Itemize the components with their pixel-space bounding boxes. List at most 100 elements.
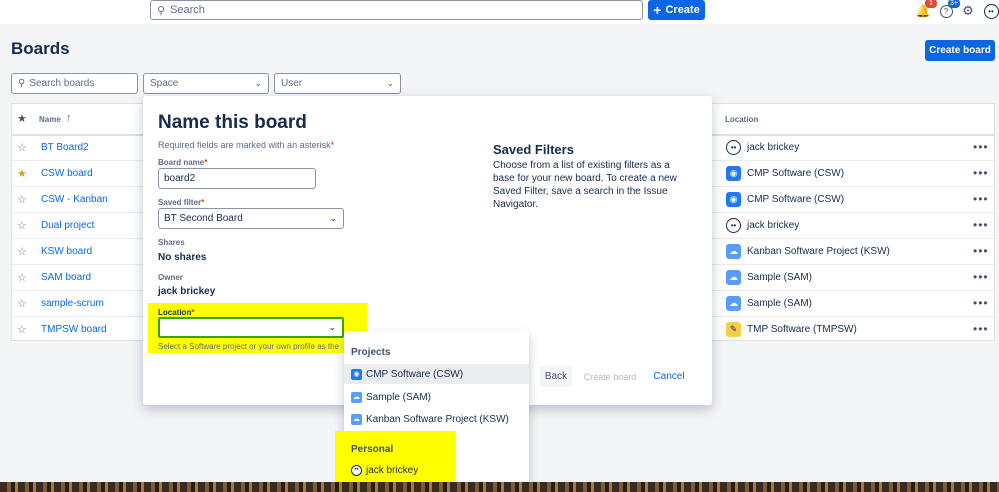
required-note: Required fields are marked with an aster… [158,140,335,150]
shares-label: Shares [158,238,185,247]
cloud-icon: ☁ [726,270,741,285]
create-button[interactable]: + Create [648,0,705,20]
space-filter-select[interactable]: Space ⌄ [143,73,269,94]
board-location: ◉ CMP Software (CSW) [726,166,844,181]
create-board-button[interactable]: Create board [925,40,995,61]
location-label: Location* [158,308,195,317]
cloud-icon: ☁ [351,391,362,403]
help-badge: 3+ [948,0,960,8]
board-link[interactable]: TMPSW board [41,324,107,335]
more-actions-icon[interactable]: ••• [973,218,989,232]
cancel-button[interactable]: Cancel [649,366,689,387]
owner-label: Owner [158,273,183,282]
search-boards-placeholder: Search boards [29,78,95,89]
project-icon: ◉ [726,192,741,207]
board-name-input[interactable]: board2 [158,168,316,189]
search-icon: ⚲ [18,78,26,89]
sort-arrow-icon[interactable]: ↑ [66,112,72,124]
star-icon[interactable]: ☆ [17,193,27,206]
more-actions-icon[interactable]: ••• [973,192,989,206]
avatar-icon: •• [351,464,362,476]
board-link[interactable]: KSW board [41,246,92,257]
location-label: CMP Software (CSW) [747,168,845,179]
cloud-icon: ☁ [726,244,741,259]
star-icon[interactable]: ☆ [17,323,27,336]
option-label: CMP Software (CSW) [366,368,464,380]
board-location: ◉ CMP Software (CSW) [726,192,844,207]
profile-button[interactable]: •• [983,3,999,19]
dropdown-option-csw[interactable]: ◉ CMP Software (CSW) [344,364,529,384]
location-select[interactable]: ⌄ [158,317,344,338]
star-column-icon[interactable]: ★ [17,112,27,125]
board-link[interactable]: Dual project [41,220,94,231]
search-icon: ⚲ [157,4,166,17]
more-actions-icon[interactable]: ••• [973,140,989,154]
projects-heading: Projects [351,347,391,358]
shares-value: No shares [158,252,207,263]
search-boards-input[interactable]: ⚲ Search boards [11,73,138,94]
option-label: Sample (SAM) [366,391,432,403]
gear-icon: ⚙ [962,3,974,18]
saved-filters-description: Choose from a list of existing filters a… [493,160,677,210]
saved-filter-value: BT Second Board [164,213,243,224]
option-label: jack brickey [366,464,419,476]
notifications-badge: 1 [925,0,937,8]
location-label: jack brickey [747,220,800,231]
saved-filter-label: Saved filter* [158,198,205,207]
create-board-submit-button[interactable]: Create board [579,366,641,387]
dialog-title: Name this board [158,112,307,133]
avatar-icon: •• [983,3,999,19]
more-actions-icon[interactable]: ••• [973,270,989,284]
board-link[interactable]: SAM board [41,272,91,283]
dropdown-option-sam[interactable]: ☁ Sample (SAM) [344,387,529,407]
dropdown-option-ksw[interactable]: ☁ Kanban Software Project (KSW) [344,409,529,429]
board-link[interactable]: CSW - Kanban [41,194,108,205]
back-button[interactable]: Back [540,366,572,387]
project-icon: ◉ [726,166,741,181]
star-icon[interactable]: ☆ [17,271,27,284]
avatar-icon: •• [726,218,741,233]
dropdown-option-personal[interactable]: •• jack brickey [344,460,454,480]
chevron-down-icon: ⌄ [329,213,337,223]
more-actions-icon[interactable]: ••• [973,166,989,180]
background-image-strip [0,482,999,492]
board-location: •• jack brickey [726,218,799,233]
top-navigation: ⚲ Search + Create 🔔 1 ? 3+ ⚙ •• [0,0,999,24]
avatar-icon: •• [726,140,741,155]
column-header-location: Location [725,115,759,124]
help-button[interactable]: ? 3+ [938,0,960,19]
owner-value: jack brickey [158,286,216,297]
chevron-down-icon: ⌄ [328,322,336,332]
search-placeholder: Search [170,4,205,16]
board-location: ☁ Sample (SAM) [726,270,812,285]
more-actions-icon[interactable]: ••• [973,322,989,336]
create-label: Create [665,4,700,16]
location-label: CMP Software (CSW) [747,194,845,205]
location-label: Sample (SAM) [747,272,813,283]
board-link[interactable]: sample-scrum [41,298,104,309]
star-icon[interactable]: ☆ [17,297,27,310]
saved-filter-select[interactable]: BT Second Board ⌄ [158,208,344,229]
saved-filters-heading: Saved Filters [493,142,574,157]
location-label: Kanban Software Project (KSW) [747,246,890,257]
board-link[interactable]: CSW board [41,168,93,179]
personal-heading: Personal [351,444,394,455]
board-name-label: Board name* [158,158,208,167]
board-link[interactable]: BT Board2 [41,142,89,153]
location-label: Sample (SAM) [747,298,813,309]
user-filter-label: User [281,78,303,89]
more-actions-icon[interactable]: ••• [973,244,989,258]
settings-button[interactable]: ⚙ [960,3,976,19]
page-title: Boards [11,39,70,58]
project-icon: ◉ [351,368,362,380]
column-header-name[interactable]: Name [39,115,61,124]
user-filter-select[interactable]: User ⌄ [274,73,401,94]
star-icon[interactable]: ☆ [17,245,27,258]
star-icon[interactable]: ★ [17,167,27,180]
notifications-button[interactable]: 🔔 1 [915,0,937,19]
global-search-input[interactable]: ⚲ Search [150,0,643,20]
star-icon[interactable]: ☆ [17,219,27,232]
star-icon[interactable]: ☆ [17,141,27,154]
more-actions-icon[interactable]: ••• [973,296,989,310]
cloud-icon: ☁ [726,296,741,311]
